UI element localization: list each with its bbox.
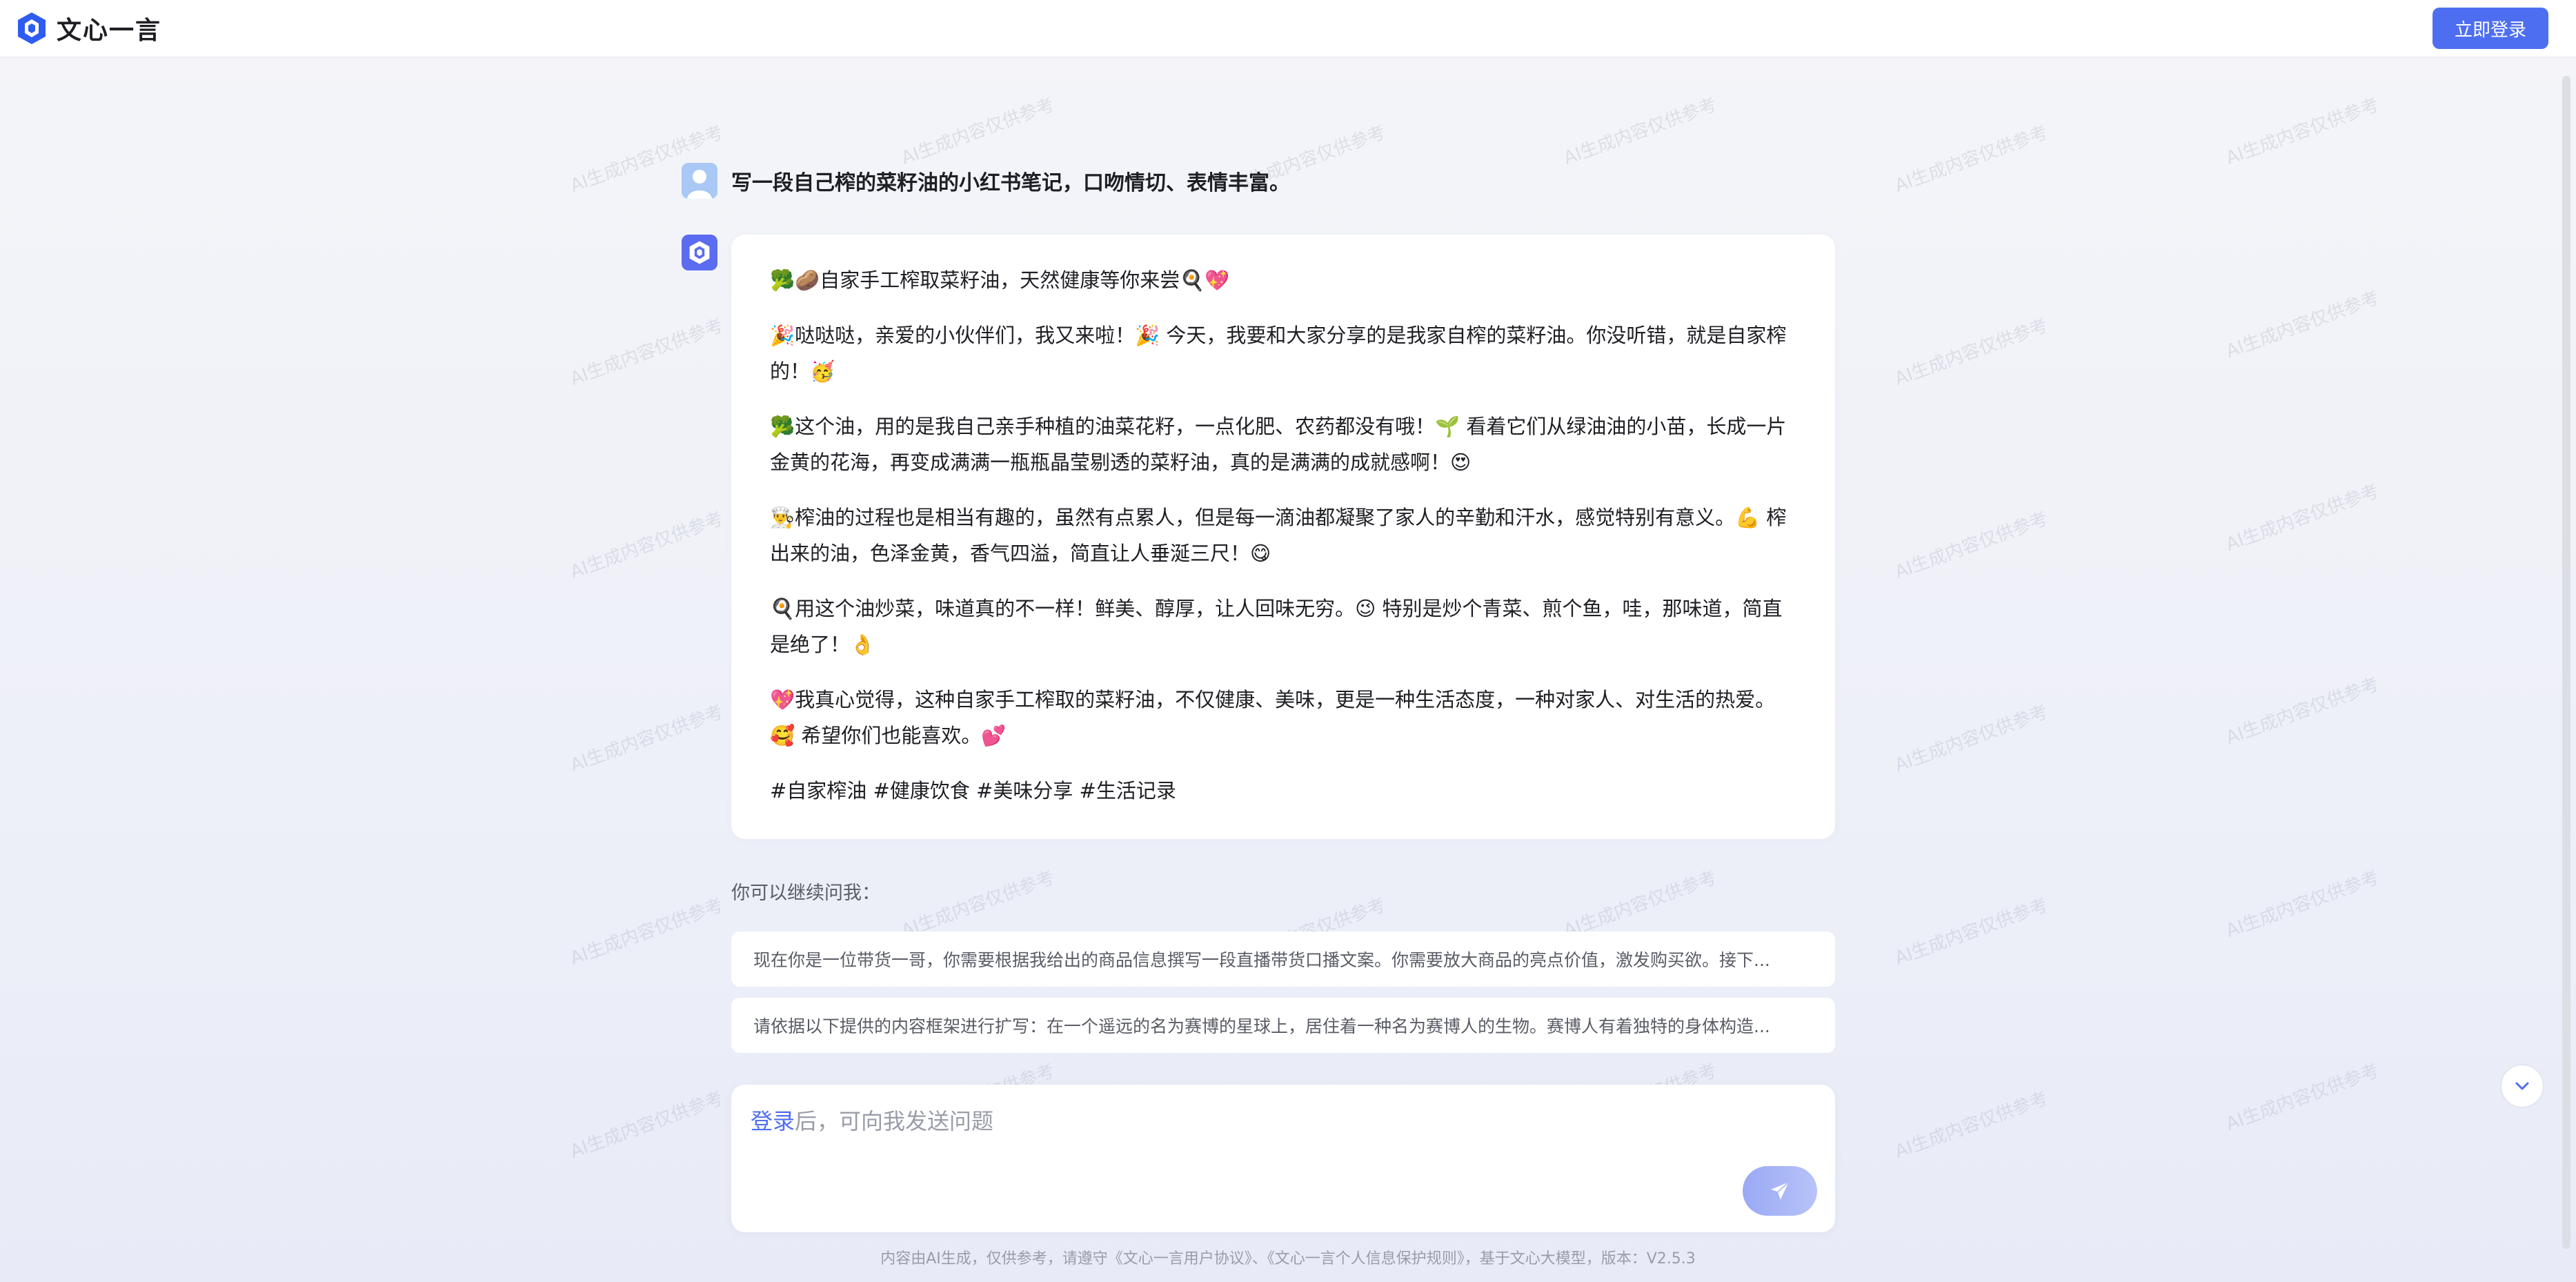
answer-paragraph: 🍳用这个油炒菜，味道真的不一样！鲜美、醇厚，让人回味无穷。😉 特别是炒个青菜、煎… xyxy=(770,597,1783,656)
brand-name: 文心一言 xyxy=(57,17,162,45)
watermark-text: AI生成内容仅供参考 xyxy=(2223,673,2382,749)
watermark-text: AI生成内容仅供参考 xyxy=(898,94,1058,169)
watermark-text: AI生成内容仅供参考 xyxy=(1892,508,2051,583)
suggested-prompt-text: 请依据以下提供的内容框架进行扩写：在一个遥远的名为赛博的星球上，居住着一种名为赛… xyxy=(753,1016,1770,1036)
watermark-text: AI生成内容仅供参考 xyxy=(1561,867,1720,942)
composer-placeholder: 登录后，可向我发送问题 xyxy=(751,1104,1816,1136)
user-avatar-icon xyxy=(682,163,717,199)
bot-avatar-icon xyxy=(689,241,710,264)
message-composer[interactable]: 登录后，可向我发送问题 xyxy=(731,1085,1835,1232)
scrollbar-thumb[interactable] xyxy=(2562,76,2570,1249)
footer-disclaimer: 内容由AI生成，仅供参考，请遵守《文心一言用户协议》、《文心一言个人信息保护规则… xyxy=(880,1250,1696,1268)
watermark-text: AI生成内容仅供参考 xyxy=(2223,287,2382,362)
chevron-down-icon xyxy=(2515,1082,2529,1090)
bot-avatar xyxy=(682,235,717,270)
watermark-text: AI生成内容仅供参考 xyxy=(1892,894,2051,969)
answer-paragraph: 🥦🥔自家手工榨取菜籽油，天然健康等你来尝🍳💖 xyxy=(770,268,1230,292)
watermark-text: AI生成内容仅供参考 xyxy=(567,701,726,776)
answer-hashtags: #自家榨油 #健康饮食 #美味分享 #生活记录 xyxy=(770,779,1176,802)
scroll-down-button[interactable] xyxy=(2500,1064,2544,1108)
login-button[interactable]: 立即登录 xyxy=(2432,8,2548,49)
watermark-text: AI生成内容仅供参考 xyxy=(1892,701,2051,776)
watermark-text: AI生成内容仅供参考 xyxy=(1561,94,1720,169)
watermark-text: AI生成内容仅供参考 xyxy=(1892,1087,2051,1163)
suggestion-hint: 你可以继续问我： xyxy=(731,882,880,904)
answer-card: 🥦🥔自家手工榨取菜籽油，天然健康等你来尝🍳💖 🎉哒哒哒，亲爱的小伙伴们，我又来啦… xyxy=(731,235,1835,839)
watermark-text: AI生成内容仅供参考 xyxy=(2223,480,2382,555)
watermark-text: AI生成内容仅供参考 xyxy=(2223,94,2382,169)
brand[interactable]: 文心一言 xyxy=(17,10,161,46)
watermark-text: AI生成内容仅供参考 xyxy=(1892,121,2051,197)
suggested-prompt-text: 现在你是一位带货一哥，你需要根据我给出的商品信息撰写一段直播带货口播文案。你需要… xyxy=(753,950,1770,970)
watermark-text: AI生成内容仅供参考 xyxy=(567,1087,726,1163)
answer-paragraph: 🎉哒哒哒，亲爱的小伙伴们，我又来啦！🎉 今天，我要和大家分享的是我家自榨的菜籽油… xyxy=(770,324,1787,383)
composer-login-link[interactable]: 登录 xyxy=(751,1108,795,1134)
user-question: 写一段自己榨的菜籽油的小红书笔记，口吻情切、表情丰富。 xyxy=(731,171,1290,195)
top-bar: 文心一言 立即登录 xyxy=(0,0,2576,58)
scrollbar[interactable] xyxy=(2559,62,2573,1276)
suggested-prompt[interactable]: 现在你是一位带货一哥，你需要根据我给出的商品信息撰写一段直播带货口播文案。你需要… xyxy=(731,931,1835,987)
watermark-text: AI生成内容仅供参考 xyxy=(1892,315,2051,390)
user-avatar xyxy=(682,163,717,199)
suggested-prompt[interactable]: 请依据以下提供的内容框架进行扩写：在一个遥远的名为赛博的星球上，居住着一种名为赛… xyxy=(731,998,1835,1053)
send-icon xyxy=(1771,1181,1790,1200)
watermark-text: AI生成内容仅供参考 xyxy=(567,315,726,390)
watermark-text: AI生成内容仅供参考 xyxy=(567,508,726,583)
answer-paragraph: 👨‍🍳榨油的过程也是相当有趣的，虽然有点累人，但是每一滴油都凝聚了家人的辛勤和汗… xyxy=(770,506,1787,565)
send-button[interactable] xyxy=(1743,1166,1817,1216)
watermark-text: AI生成内容仅供参考 xyxy=(567,894,726,969)
answer-paragraph: 🥦这个油，用的是我自己亲手种植的油菜花籽，一点化肥、农药都没有哦！🌱 看着它们从… xyxy=(770,415,1787,474)
watermark-text: AI生成内容仅供参考 xyxy=(898,867,1058,942)
composer-placeholder-text: 后，可向我发送问题 xyxy=(795,1108,994,1134)
watermark-text: AI生成内容仅供参考 xyxy=(2223,867,2382,942)
wenxin-logo-icon xyxy=(18,12,46,44)
answer-paragraph: 💖我真心觉得，这种自家手工榨取的菜籽油，不仅健康、美味，更是一种生活态度，一种对… xyxy=(770,688,1776,747)
watermark-text: AI生成内容仅供参考 xyxy=(2223,1060,2382,1135)
